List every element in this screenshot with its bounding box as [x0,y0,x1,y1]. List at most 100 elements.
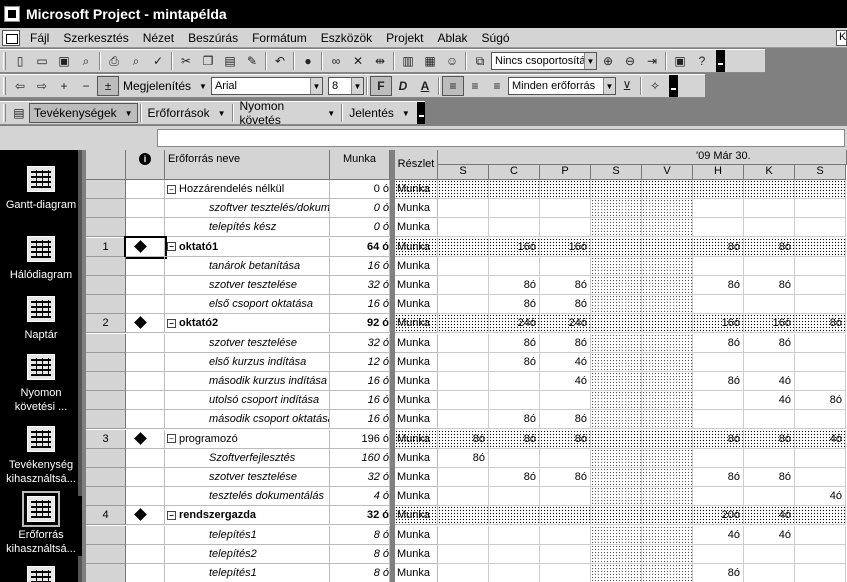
gantt-wizard-icon[interactable]: ✧ [644,76,666,96]
resource-name-cell[interactable]: második csoport oktatása [165,410,330,430]
timephased-work-cell[interactable] [693,544,744,564]
indicator-cell[interactable] [126,352,165,372]
minus-icon[interactable]: − [75,76,97,96]
assign-resources-icon[interactable]: ☺ [441,51,463,71]
toolbar-grip[interactable] [3,52,6,70]
timephased-work-cell[interactable] [744,199,795,219]
timephased-work-cell[interactable] [693,256,744,276]
timephased-work-cell[interactable] [438,525,489,545]
timephased-work-cell[interactable] [744,564,795,582]
toolbar-options-icon[interactable] [416,102,425,124]
indicator-cell[interactable] [126,314,165,334]
publish-icon[interactable]: ⧉ [469,51,491,71]
timephased-work-cell[interactable] [489,544,540,564]
view-gantt-chart[interactable]: Gantt-diagram [0,166,82,212]
arrow-left-icon[interactable]: ⇦ [9,76,31,96]
row-id-cell[interactable] [86,372,126,391]
resource-name-cell[interactable]: első kurzus indítása [165,352,330,372]
timephased-work-cell[interactable] [438,256,489,276]
timephased-work-cell[interactable]: 8ó [693,333,744,353]
timephased-work-cell[interactable] [591,218,642,238]
timephased-work-cell[interactable] [540,448,591,468]
timephased-work-cell[interactable] [795,544,846,564]
row-id-cell[interactable]: 1 [86,237,126,257]
indicator-cell[interactable] [126,468,165,487]
help-icon[interactable]: ? [691,51,713,71]
timephased-work-cell[interactable]: 8ó [489,276,540,295]
resource-name-cell[interactable]: második kurzus indítása [165,372,330,391]
timephased-work-cell[interactable]: 4ó [744,506,795,526]
work-cell[interactable]: 16 ó [330,256,390,276]
resource-row[interactable]: 1− oktató1 64 ó Munka 16ó 16ó 8ó 8ó [86,235,847,259]
timephased-work-cell[interactable] [489,564,540,582]
timephased-work-cell[interactable] [744,448,795,468]
guide-track-dropdown[interactable]: Nyomon követés ▼ [236,99,340,127]
timephased-work-cell[interactable]: 8ó [693,468,744,487]
timephased-work-cell[interactable] [540,564,591,582]
resource-name-cell[interactable]: szotver tesztelése [165,333,330,353]
timephased-work-cell[interactable] [540,525,591,545]
assignment-row[interactable]: szoftver tesztelés/dokum 0 ó Munka [86,199,847,219]
chevron-down-icon[interactable]: ▼ [350,78,363,94]
align-center-icon[interactable]: ≡ [464,76,486,96]
resource-name-cell[interactable]: − oktató1 [165,237,330,257]
timephased-work-cell[interactable] [489,391,540,411]
timephased-work-cell[interactable] [642,199,693,219]
timephased-work-cell[interactable] [642,525,693,545]
split-task-icon[interactable]: ⇹ [369,51,391,71]
timephased-work-cell[interactable] [438,352,489,372]
timephased-work-cell[interactable]: 4ó [693,525,744,545]
indicator-cell[interactable] [126,564,165,582]
group-by-combo[interactable]: Nincs csoportosítás ▼ [491,52,597,70]
timephased-work-cell[interactable]: 8ó [540,468,591,487]
timephased-work-cell[interactable] [642,180,693,199]
timephased-work-cell[interactable] [438,333,489,353]
timephased-work-cell[interactable] [744,352,795,372]
timephased-work-cell[interactable] [642,506,693,526]
indicator-cell[interactable] [126,180,165,199]
timephased-work-cell[interactable]: 4ó [795,429,846,449]
menu-view[interactable]: Nézet [136,31,181,45]
timephased-work-cell[interactable]: 8ó [795,391,846,411]
resource-name-cell[interactable]: telepítés2 [165,544,330,564]
timephased-work-cell[interactable] [489,218,540,238]
view-resource-usage[interactable]: Erőforrás kihasználtsá... [0,491,82,556]
timephased-work-cell[interactable] [489,180,540,199]
row-id-cell[interactable] [86,487,126,507]
timephased-work-cell[interactable]: 16ó [693,314,744,334]
timephased-work-cell[interactable] [642,564,693,582]
row-id-cell[interactable]: 2 [86,314,126,334]
open-icon[interactable]: ▭ [31,51,53,71]
work-cell[interactable]: 16 ó [330,295,390,315]
autofilter-icon[interactable]: ⊻ [616,76,638,96]
timephased-work-cell[interactable] [795,410,846,430]
assignment-row[interactable]: telepítés1 8 ó Munka 8ó [86,564,847,582]
assignment-row[interactable]: tesztelés dokumentálás 4 ó Munka 4ó [86,487,847,507]
resource-name-cell[interactable]: tesztelés dokumentálás [165,487,330,507]
timephased-work-cell[interactable] [744,487,795,507]
timephased-work-cell[interactable] [744,180,795,199]
collapse-icon[interactable]: − [167,242,176,252]
work-cell[interactable]: 16 ó [330,410,390,430]
timephased-work-cell[interactable] [591,333,642,353]
goto-task-icon[interactable]: ⇥ [641,51,663,71]
timephased-work-cell[interactable]: 8ó [693,237,744,257]
resource-name-cell[interactable]: tanárok betanítása [165,256,330,276]
timephased-work-cell[interactable] [438,487,489,507]
cut-icon[interactable]: ✂ [175,51,197,71]
row-id-cell[interactable] [86,468,126,487]
indicator-cell[interactable] [126,295,165,315]
row-id-cell[interactable] [86,544,126,564]
menu-help[interactable]: Súgó [475,31,517,45]
timephased-work-cell[interactable] [795,564,846,582]
font-size-combo[interactable]: 8 ▼ [327,77,364,95]
timephased-work-cell[interactable] [642,256,693,276]
timephased-work-cell[interactable] [438,506,489,526]
resource-name-cell[interactable]: szotver tesztelése [165,276,330,295]
timephased-work-cell[interactable] [642,352,693,372]
print-preview-icon[interactable]: ⌕ [125,51,147,71]
timephased-work-cell[interactable] [591,256,642,276]
timephased-work-cell[interactable] [438,199,489,219]
resource-row[interactable]: − Hozzárendelés nélkül 0 ó Munka [86,180,847,199]
resource-name-cell[interactable]: − rendszergazda [165,506,330,526]
